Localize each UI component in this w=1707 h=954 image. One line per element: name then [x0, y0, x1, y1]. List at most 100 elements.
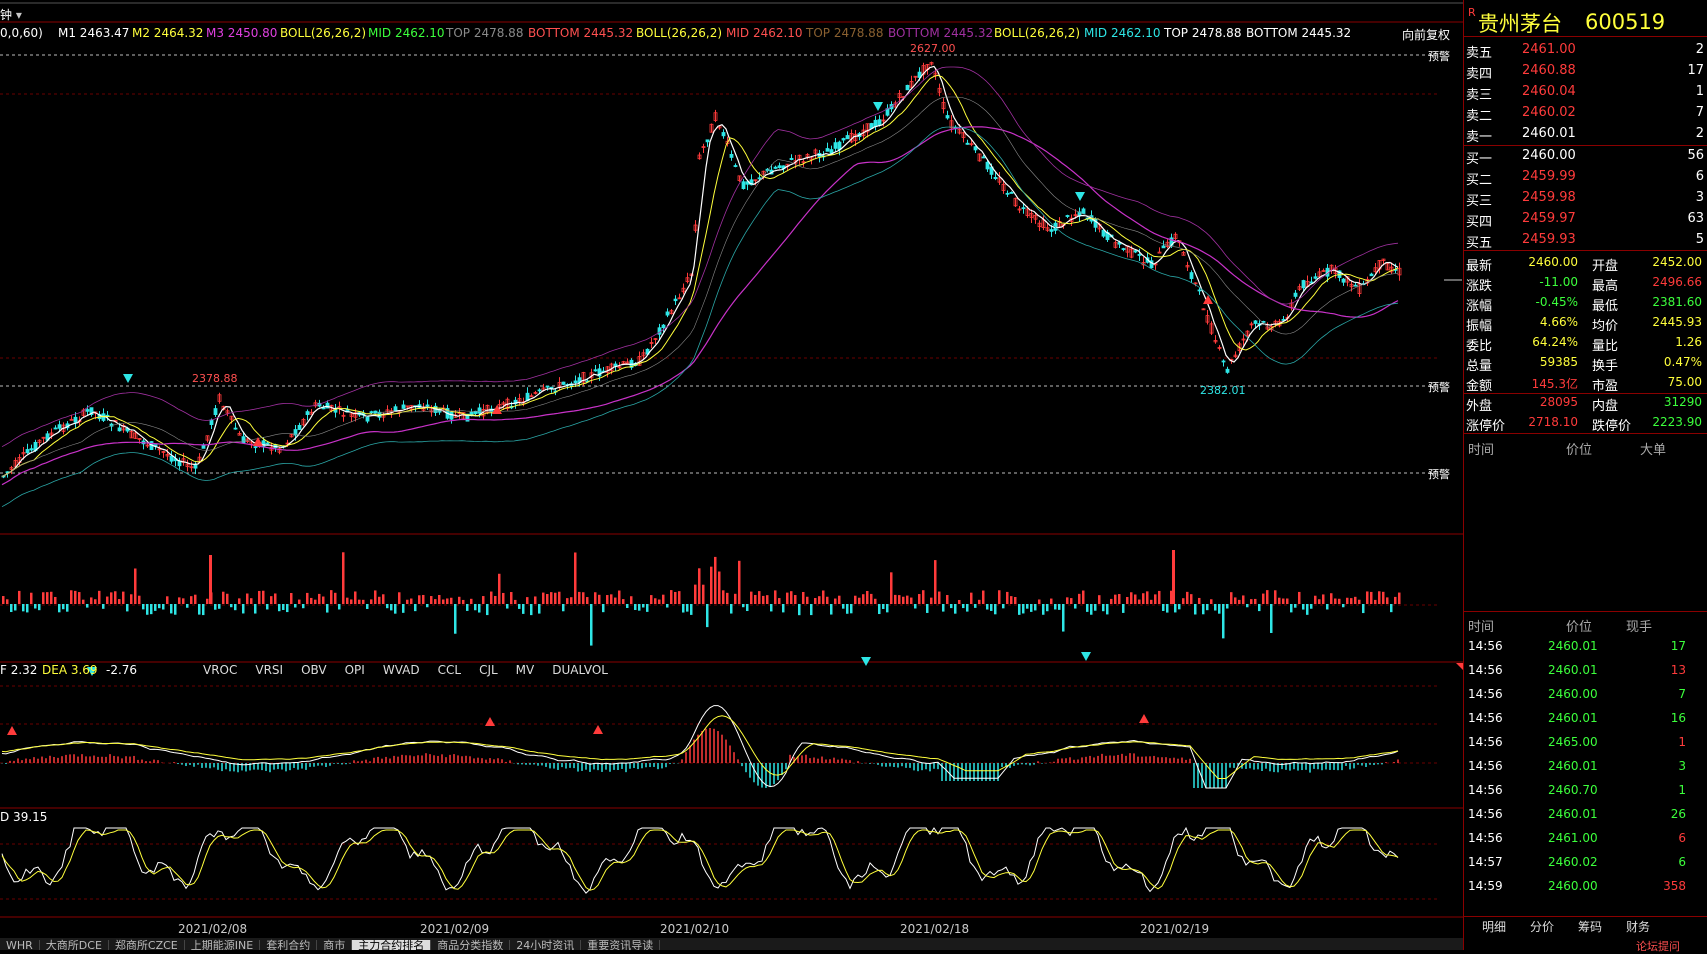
- detail-tab[interactable]: 明细: [1482, 918, 1506, 935]
- volume-bar: [450, 597, 453, 604]
- tick-time: 14:56: [1468, 687, 1503, 701]
- candle-body: [1161, 245, 1166, 249]
- market-tab[interactable]: 套利合约: [260, 940, 318, 950]
- tick-row[interactable]: 14:56 2460.01 26: [1464, 805, 1707, 825]
- market-tab[interactable]: 24小时资讯: [510, 940, 582, 950]
- tick-time-col: 时间: [1468, 620, 1495, 635]
- volume-bar: [1314, 595, 1317, 604]
- volume-bar: [1178, 604, 1181, 610]
- market-tab[interactable]: 主力合约排名: [352, 940, 432, 950]
- volume-bar: [1362, 604, 1365, 614]
- indicator-tab-cjl[interactable]: CJL: [479, 663, 498, 677]
- volume-bar: [74, 590, 77, 604]
- tick-row[interactable]: 14:56 2460.01 17: [1464, 637, 1707, 657]
- ask-row[interactable]: 卖二 2460.02 7: [1464, 103, 1707, 124]
- market-tab[interactable]: 商品分类指数: [431, 940, 511, 950]
- volume-bar: [290, 593, 293, 604]
- volume-bar: [10, 604, 13, 613]
- bid-row[interactable]: 买三 2459.98 3: [1464, 188, 1707, 209]
- indicator-tab-vrsi[interactable]: VRSI: [255, 663, 283, 677]
- volume-bar: [1234, 597, 1237, 604]
- indicator-tab-opi[interactable]: OPI: [345, 663, 365, 677]
- alert-line-label-mid[interactable]: 预警: [1428, 379, 1450, 395]
- ask-row[interactable]: 卖三 2460.04 1: [1464, 82, 1707, 103]
- tick-row[interactable]: 14:56 2465.00 1: [1464, 733, 1707, 753]
- kline-chart-area[interactable]: [0, 0, 1463, 938]
- market-tab[interactable]: 重要资讯导读: [581, 940, 661, 950]
- tick-price: 2460.01: [1548, 807, 1598, 821]
- volume-bar: [594, 592, 597, 604]
- stat-value: 0.47%: [1663, 355, 1702, 369]
- volume-bar: [278, 604, 281, 612]
- period-selector[interactable]: 钟 ▾: [0, 6, 22, 23]
- indicator-tab-dualvol[interactable]: DUALVOL: [552, 663, 608, 677]
- tick-row[interactable]: 14:57 2460.02 6: [1464, 853, 1707, 873]
- market-tab[interactable]: 商市: [317, 940, 353, 950]
- tick-time: 14:56: [1468, 639, 1503, 653]
- indicator-tab-vroc[interactable]: VROC: [203, 663, 237, 677]
- forum-link[interactable]: 论坛提问: [1636, 938, 1680, 954]
- book-level-label: 卖三: [1466, 88, 1493, 103]
- tick-row[interactable]: 14:56 2461.00 6: [1464, 829, 1707, 849]
- volume-bar: [698, 568, 701, 604]
- tick-row[interactable]: 14:56 2460.00 7: [1464, 685, 1707, 705]
- tick-row[interactable]: 14:59 2460.00 358: [1464, 877, 1707, 897]
- indicator-tab-ccl[interactable]: CCL: [438, 663, 461, 677]
- volume-bar: [834, 598, 837, 604]
- volume-bar: [114, 591, 117, 604]
- market-tab[interactable]: 上期能源INE: [185, 940, 261, 950]
- stat-label: 委比: [1466, 339, 1493, 354]
- book-price: 2460.04: [1522, 84, 1576, 99]
- volume-bar: [190, 596, 193, 604]
- stat-value: 64.24%: [1532, 335, 1578, 349]
- volume-bar: [654, 598, 657, 604]
- alert-line-label-bottom[interactable]: 预警: [1428, 466, 1450, 482]
- market-tab[interactable]: WHR: [0, 940, 40, 950]
- bid-row[interactable]: 买一 2460.00 56: [1464, 146, 1707, 167]
- detail-tab[interactable]: 财务: [1626, 918, 1650, 935]
- tick-vol: 16: [1670, 711, 1686, 725]
- volume-bar: [1394, 596, 1397, 604]
- volume-bar: [286, 604, 289, 613]
- tick-time: 14:56: [1468, 807, 1503, 821]
- book-price: 2459.97: [1522, 211, 1576, 226]
- detail-tab[interactable]: 筹码: [1578, 918, 1602, 935]
- tick-row[interactable]: 14:56 2460.70 1: [1464, 781, 1707, 801]
- volume-bar: [270, 596, 273, 604]
- volume-bar: [1398, 592, 1401, 604]
- indicator-tab-mv[interactable]: MV: [516, 663, 535, 677]
- tick-row[interactable]: 14:56 2460.01 16: [1464, 709, 1707, 729]
- volume-bar: [242, 604, 245, 614]
- detail-tab[interactable]: 分价: [1530, 918, 1554, 935]
- market-tab[interactable]: 郑商所CZCE: [109, 940, 185, 950]
- restore-mode-button[interactable]: 向前复权: [1402, 26, 1450, 43]
- candle-body: [1065, 215, 1070, 217]
- up-arrow-icon: [593, 725, 603, 734]
- volume-bar: [650, 595, 653, 604]
- volume-bar: [334, 592, 337, 604]
- candle-body: [369, 411, 374, 414]
- volume-bar: [2, 596, 5, 604]
- bid-row[interactable]: 买五 2459.93 5: [1464, 230, 1707, 251]
- volume-bar: [62, 604, 65, 610]
- tick-row[interactable]: 14:56 2460.01 3: [1464, 757, 1707, 777]
- candle-body: [729, 154, 734, 158]
- indicator-tab-obv[interactable]: OBV: [301, 663, 327, 677]
- ask-row[interactable]: 卖四 2460.88 17: [1464, 61, 1707, 82]
- volume-bar: [398, 592, 401, 604]
- ask-row[interactable]: 卖五 2461.00 2: [1464, 40, 1707, 61]
- tick-vol: 7: [1678, 687, 1686, 701]
- volume-bar: [1334, 598, 1337, 604]
- bid-row[interactable]: 买四 2459.97 63: [1464, 209, 1707, 230]
- ask-row[interactable]: 卖一 2460.01 2: [1464, 124, 1707, 145]
- candle-body: [965, 142, 970, 145]
- tick-row[interactable]: 14:56 2460.01 13: [1464, 661, 1707, 681]
- volume-bar: [754, 594, 757, 604]
- alert-line-label-top[interactable]: 预警: [1428, 48, 1450, 64]
- volume-bar: [730, 604, 733, 614]
- market-tab[interactable]: 大商所DCE: [40, 940, 109, 950]
- bid-row[interactable]: 买二 2459.99 6: [1464, 167, 1707, 188]
- volume-bar: [226, 593, 229, 604]
- indicator-tab-wvad[interactable]: WVAD: [383, 663, 420, 677]
- volume-bar: [318, 593, 321, 604]
